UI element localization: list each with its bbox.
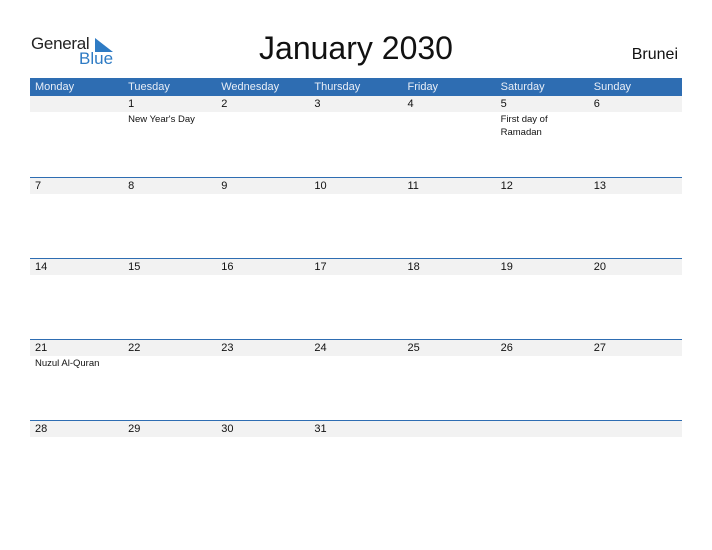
holiday-label xyxy=(216,356,309,370)
holiday-label xyxy=(589,356,682,370)
day-number-row: 7 8 9 10 11 12 13 xyxy=(30,178,682,194)
holiday-label xyxy=(496,275,589,276)
holiday-label xyxy=(589,437,682,438)
weekday-thursday: Thursday xyxy=(314,81,361,93)
week-row: 14 15 16 17 18 19 20 xyxy=(30,258,682,339)
holiday-label xyxy=(309,112,402,139)
holiday-label xyxy=(403,194,496,195)
holiday-label xyxy=(403,437,496,438)
day-number: 3 xyxy=(314,98,321,110)
holiday-label xyxy=(30,112,123,139)
holiday-label xyxy=(216,275,309,276)
weekday-wednesday: Wednesday xyxy=(221,81,280,93)
event-row: Nuzul Al-Quran xyxy=(30,356,682,370)
day-number xyxy=(496,421,589,437)
holiday-label xyxy=(123,275,216,276)
holiday-label xyxy=(123,356,216,370)
week-row: 7 8 9 10 11 12 13 xyxy=(30,177,682,258)
day-number: 28 xyxy=(35,423,48,435)
holiday-label xyxy=(216,112,309,139)
day-number: 6 xyxy=(593,98,600,110)
day-number: 5 xyxy=(500,98,507,110)
day-number-row: 28 29 30 31 xyxy=(30,421,682,437)
week-row: 1 2 3 4 5 6 New Year's Day First day of Ramadan xyxy=(30,96,682,177)
day-number: 4 xyxy=(407,98,414,110)
weekday-monday: Monday xyxy=(35,81,75,93)
day-number xyxy=(403,421,496,437)
day-number: 15 xyxy=(128,261,141,273)
day-number: 18 xyxy=(407,261,420,273)
day-number: 14 xyxy=(35,261,48,273)
holiday-label xyxy=(496,194,589,195)
holiday-label xyxy=(309,275,402,276)
weekday-tuesday: Tuesday xyxy=(128,81,170,93)
day-number: 12 xyxy=(500,180,513,192)
weekday-header: Monday Tuesday Wednesday Thursday Friday… xyxy=(30,78,682,96)
day-number xyxy=(30,96,123,112)
week-row: 21 22 23 24 25 26 27 Nuzul Al-Quran xyxy=(30,339,682,420)
event-row xyxy=(30,194,682,195)
holiday-label: Nuzul Al-Quran xyxy=(35,358,100,369)
day-number xyxy=(589,421,682,437)
holiday-label xyxy=(30,194,123,195)
week-row: 28 29 30 31 xyxy=(30,420,682,501)
holiday-label xyxy=(403,275,496,276)
day-number: 20 xyxy=(593,261,606,273)
calendar-title: January 2030 xyxy=(259,30,453,66)
holiday-label xyxy=(496,356,589,370)
holiday-label: First day of Ramadan xyxy=(500,114,548,138)
day-number: 8 xyxy=(128,180,135,192)
holiday-label xyxy=(589,112,682,139)
day-number: 19 xyxy=(500,261,513,273)
day-number: 23 xyxy=(221,342,234,354)
day-number: 10 xyxy=(314,180,327,192)
holiday-label xyxy=(309,356,402,370)
day-number: 16 xyxy=(221,261,234,273)
day-number: 21 xyxy=(35,342,48,354)
holiday-label: New Year's Day xyxy=(128,114,195,125)
event-row: New Year's Day First day of Ramadan xyxy=(30,112,682,139)
event-row xyxy=(30,437,682,438)
weekday-saturday: Saturday xyxy=(500,81,545,93)
holiday-label xyxy=(403,112,496,139)
day-number: 1 xyxy=(128,98,135,110)
holiday-label xyxy=(589,275,682,276)
holiday-label xyxy=(496,437,589,438)
day-number-row: 1 2 3 4 5 6 xyxy=(30,96,682,112)
day-number: 11 xyxy=(407,180,419,192)
holiday-label xyxy=(30,275,123,276)
day-number: 26 xyxy=(500,342,513,354)
holiday-label xyxy=(403,356,496,370)
day-number-row: 21 22 23 24 25 26 27 xyxy=(30,340,682,356)
day-number: 9 xyxy=(221,180,228,192)
holiday-label xyxy=(216,194,309,195)
holiday-label xyxy=(30,437,123,438)
day-number: 27 xyxy=(593,342,606,354)
day-number-row: 14 15 16 17 18 19 20 xyxy=(30,259,682,275)
day-number: 13 xyxy=(593,180,606,192)
day-number: 25 xyxy=(407,342,420,354)
holiday-label xyxy=(216,437,309,438)
holiday-label xyxy=(123,437,216,438)
day-number: 7 xyxy=(35,180,42,192)
event-row xyxy=(30,275,682,276)
day-number: 17 xyxy=(314,261,327,273)
day-number: 31 xyxy=(314,423,327,435)
day-number: 22 xyxy=(128,342,141,354)
weekday-sunday: Sunday xyxy=(593,81,632,93)
holiday-label xyxy=(309,194,402,195)
calendar-grid: Monday Tuesday Wednesday Thursday Friday… xyxy=(30,78,682,501)
weekday-friday: Friday xyxy=(407,81,439,93)
day-number: 29 xyxy=(128,423,141,435)
day-number: 30 xyxy=(221,423,234,435)
country-label: Brunei xyxy=(631,46,678,63)
day-number: 2 xyxy=(221,98,228,110)
day-number: 24 xyxy=(314,342,327,354)
holiday-label xyxy=(589,194,682,195)
holiday-label xyxy=(309,437,402,438)
holiday-label xyxy=(123,194,216,195)
